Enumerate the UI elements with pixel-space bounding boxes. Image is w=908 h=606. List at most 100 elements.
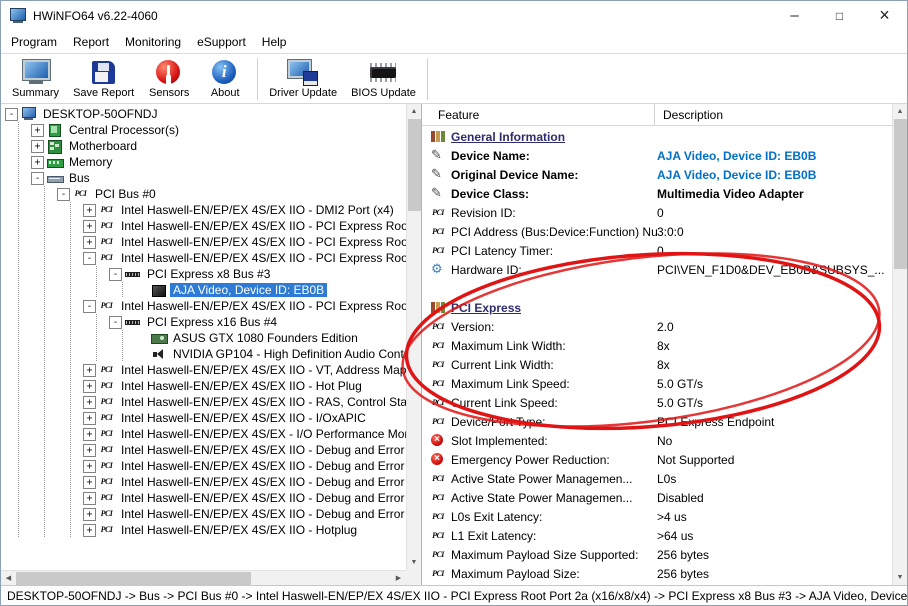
tree-item[interactable]: +Intel Haswell-EN/EP/EX 4S/EX IIO - Hotp… bbox=[1, 522, 406, 538]
scroll-thumb[interactable] bbox=[894, 119, 907, 269]
tree-item[interactable]: +Memory bbox=[1, 154, 406, 170]
tree-item[interactable]: -Intel Haswell-EN/EP/EX 4S/EX IIO - PCI … bbox=[1, 298, 406, 314]
scroll-down-icon[interactable] bbox=[893, 570, 908, 585]
expand-box-icon[interactable]: + bbox=[83, 204, 96, 217]
expand-box-icon[interactable]: + bbox=[83, 220, 96, 233]
sensors-button[interactable]: Sensors bbox=[141, 56, 197, 102]
details-row[interactable]: PCI Address (Bus:Device:Function) Nu...3… bbox=[422, 222, 892, 241]
tree-item[interactable]: -PCI Express x16 Bus #4 bbox=[1, 314, 406, 330]
scroll-thumb[interactable] bbox=[16, 572, 251, 585]
tree-horizontal-scrollbar[interactable] bbox=[1, 570, 406, 585]
menu-item-help[interactable]: Help bbox=[254, 32, 295, 52]
column-header-feature[interactable]: Feature bbox=[422, 104, 655, 125]
details-row[interactable]: Maximum Payload Size:256 bytes bbox=[422, 564, 892, 583]
tree-item[interactable]: +Motherboard bbox=[1, 138, 406, 154]
details-row[interactable]: L1 Exit Latency:>64 us bbox=[422, 526, 892, 545]
details-row[interactable]: Device Class:Multimedia Video Adapter bbox=[422, 184, 892, 203]
details-row[interactable]: Active State Power Managemen...L0s bbox=[422, 469, 892, 488]
tree-item[interactable]: +Intel Haswell-EN/EP/EX 4S/EX IIO - DMI2… bbox=[1, 202, 406, 218]
tree-item[interactable]: +Intel Haswell-EN/EP/EX 4S/EX IIO - Debu… bbox=[1, 506, 406, 522]
tree-item[interactable]: +Intel Haswell-EN/EP/EX 4S/EX IIO - I/Ox… bbox=[1, 410, 406, 426]
tree-item[interactable]: +Intel Haswell-EN/EP/EX 4S/EX IIO - Debu… bbox=[1, 458, 406, 474]
expand-box-icon[interactable]: + bbox=[83, 412, 96, 425]
collapse-box-icon[interactable]: - bbox=[83, 300, 96, 313]
menu-item-monitoring[interactable]: Monitoring bbox=[117, 32, 189, 52]
expand-box-icon[interactable]: + bbox=[83, 508, 96, 521]
expand-box-icon[interactable]: + bbox=[83, 396, 96, 409]
expand-box-icon[interactable]: + bbox=[83, 428, 96, 441]
menu-item-esupport[interactable]: eSupport bbox=[189, 32, 254, 52]
details-row[interactable]: Maximum Link Speed:5.0 GT/s bbox=[422, 374, 892, 393]
tree-item[interactable]: -PCI Express x8 Bus #3 bbox=[1, 266, 406, 282]
tree-item[interactable]: +Intel Haswell-EN/EP/EX 4S/EX IIO - VT, … bbox=[1, 362, 406, 378]
close-button[interactable] bbox=[862, 1, 907, 30]
tree-item[interactable]: +Intel Haswell-EN/EP/EX 4S/EX IIO - Debu… bbox=[1, 474, 406, 490]
save-report-button[interactable]: Save Report bbox=[66, 56, 141, 102]
details-row[interactable]: Device Name:AJA Video, Device ID: EB0B bbox=[422, 146, 892, 165]
details-row[interactable]: Maximum Link Width:8x bbox=[422, 336, 892, 355]
expand-box-icon[interactable]: + bbox=[83, 460, 96, 473]
driver-update-button[interactable]: Driver Update bbox=[262, 56, 344, 102]
tree-item[interactable]: AJA Video, Device ID: EB0B bbox=[1, 282, 406, 298]
expand-box-icon[interactable]: + bbox=[31, 156, 44, 169]
tree-item[interactable]: +Intel Haswell-EN/EP/EX 4S/EX IIO - Debu… bbox=[1, 490, 406, 506]
tree-item[interactable]: -Bus bbox=[1, 170, 406, 186]
maximize-button[interactable] bbox=[817, 1, 862, 30]
details-row[interactable]: PCI Latency Timer:0 bbox=[422, 241, 892, 260]
details-row[interactable]: Slot Implemented:No bbox=[422, 431, 892, 450]
expand-box-icon[interactable]: + bbox=[83, 476, 96, 489]
collapse-box-icon[interactable]: - bbox=[31, 172, 44, 185]
tree-vertical-scrollbar[interactable] bbox=[406, 104, 421, 570]
tree-item[interactable]: +Intel Haswell-EN/EP/EX 4S/EX - I/O Perf… bbox=[1, 426, 406, 442]
details-row[interactable]: Current Link Speed:5.0 GT/s bbox=[422, 393, 892, 412]
details-row[interactable]: L0s Exit Latency:>4 us bbox=[422, 507, 892, 526]
tree-item[interactable]: -Intel Haswell-EN/EP/EX 4S/EX IIO - PCI … bbox=[1, 250, 406, 266]
tree-item[interactable]: +Intel Haswell-EN/EP/EX 4S/EX IIO - PCI … bbox=[1, 218, 406, 234]
details-row[interactable]: Emergency Power Reduction:Not Supported bbox=[422, 450, 892, 469]
scroll-left-icon[interactable] bbox=[1, 571, 16, 586]
details-section-row[interactable]: General Information bbox=[422, 127, 892, 146]
tree-item[interactable]: +Intel Haswell-EN/EP/EX 4S/EX IIO - Debu… bbox=[1, 442, 406, 458]
tree-item[interactable]: -DESKTOP-50OFNDJ bbox=[1, 106, 406, 122]
details-vertical-scrollbar[interactable] bbox=[892, 104, 907, 585]
expand-box-icon[interactable]: + bbox=[83, 380, 96, 393]
details-section-row[interactable]: PCI Express bbox=[422, 298, 892, 317]
collapse-box-icon[interactable]: - bbox=[5, 108, 18, 121]
summary-button[interactable]: Summary bbox=[5, 56, 66, 102]
scroll-right-icon[interactable] bbox=[391, 571, 406, 586]
menu-item-program[interactable]: Program bbox=[3, 32, 65, 52]
tree-item[interactable]: -PCI Bus #0 bbox=[1, 186, 406, 202]
details-row[interactable]: Device/Port Type:PCI Express Endpoint bbox=[422, 412, 892, 431]
tree-item[interactable]: ASUS GTX 1080 Founders Edition bbox=[1, 330, 406, 346]
scroll-down-icon[interactable] bbox=[407, 555, 422, 570]
column-header-description[interactable]: Description bbox=[655, 104, 892, 125]
bios-update-button[interactable]: BIOS Update bbox=[344, 56, 423, 102]
details-row[interactable]: Maximum Payload Size Supported:256 bytes bbox=[422, 545, 892, 564]
expand-box-icon[interactable]: + bbox=[31, 124, 44, 137]
tree-item[interactable]: +Intel Haswell-EN/EP/EX 4S/EX IIO - PCI … bbox=[1, 234, 406, 250]
expand-box-icon[interactable]: + bbox=[31, 140, 44, 153]
details-row[interactable]: Current Link Width:8x bbox=[422, 355, 892, 374]
scroll-thumb[interactable] bbox=[408, 119, 421, 211]
expand-box-icon[interactable]: + bbox=[83, 492, 96, 505]
menu-item-report[interactable]: Report bbox=[65, 32, 117, 52]
tree-item[interactable]: +Intel Haswell-EN/EP/EX 4S/EX IIO - RAS,… bbox=[1, 394, 406, 410]
details-row[interactable]: Original Device Name:AJA Video, Device I… bbox=[422, 165, 892, 184]
collapse-box-icon[interactable]: - bbox=[83, 252, 96, 265]
collapse-box-icon[interactable]: - bbox=[109, 268, 122, 281]
details-row[interactable]: Active State Power Managemen...Disabled bbox=[422, 488, 892, 507]
expand-box-icon[interactable]: + bbox=[83, 364, 96, 377]
tree-item[interactable]: +Intel Haswell-EN/EP/EX 4S/EX IIO - Hot … bbox=[1, 378, 406, 394]
collapse-box-icon[interactable]: - bbox=[109, 316, 122, 329]
scroll-up-icon[interactable] bbox=[893, 104, 908, 119]
details-row[interactable]: Hardware ID:PCI\VEN_F1D0&DEV_EB0B&SUBSYS… bbox=[422, 260, 892, 279]
details-row[interactable]: Version:2.0 bbox=[422, 317, 892, 336]
expand-box-icon[interactable]: + bbox=[83, 236, 96, 249]
collapse-box-icon[interactable]: - bbox=[57, 188, 70, 201]
details-row[interactable]: Revision ID:0 bbox=[422, 203, 892, 222]
scroll-up-icon[interactable] bbox=[407, 104, 422, 119]
tree-item[interactable]: +Central Processor(s) bbox=[1, 122, 406, 138]
tree-item[interactable]: NVIDIA GP104 - High Definition Audio Con… bbox=[1, 346, 406, 362]
about-button[interactable]: About bbox=[197, 56, 253, 102]
minimize-button[interactable] bbox=[772, 1, 817, 30]
